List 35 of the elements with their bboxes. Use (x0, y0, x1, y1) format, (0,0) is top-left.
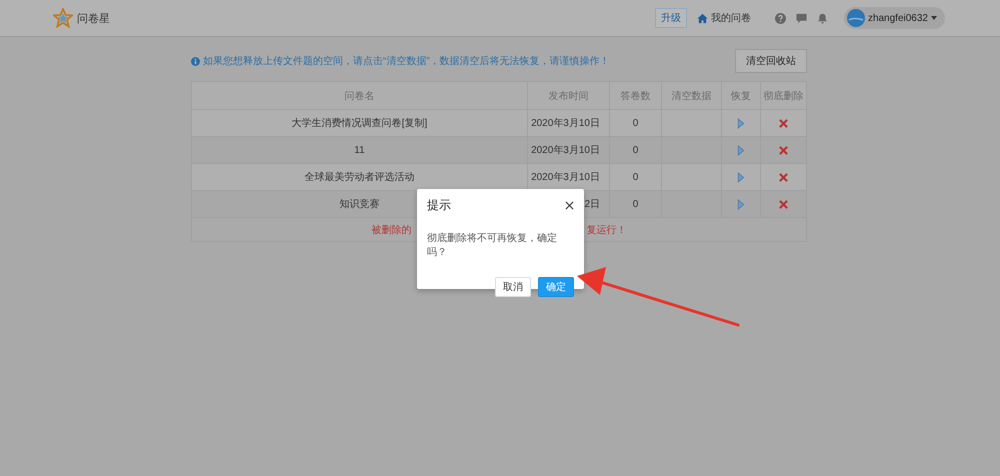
delete-icon[interactable] (779, 172, 788, 182)
column-header: 恢复 (722, 82, 760, 110)
caret-icon (931, 16, 937, 20)
logo-text: 问卷星 (77, 12, 110, 26)
chat-icon[interactable] (796, 12, 807, 24)
user-menu[interactable]: zhangfei0632 (844, 7, 945, 29)
dialog-title: 提示 (427, 197, 451, 214)
info-icon (191, 56, 200, 66)
delete-icon[interactable] (779, 146, 788, 154)
empty-recycle-bin-button[interactable]: 清空回收站 (735, 49, 807, 73)
warning-text: 被删除的 (372, 224, 412, 236)
delete-icon[interactable] (779, 118, 788, 128)
help-icon[interactable] (774, 12, 786, 24)
cancel-button[interactable]: 取消 (495, 277, 531, 297)
column-header: 发布时间 (528, 82, 610, 110)
my-surveys-link[interactable]: 我的问卷 (696, 11, 751, 25)
close-icon[interactable] (565, 201, 574, 210)
star-logo-icon (53, 8, 73, 28)
notice-text: 如果您想释放上传文件题的空间，请点击“清空数据”，数据清空后将无法恢复，请谨慎操作！ (203, 54, 610, 68)
dialog-message: 彻底删除将不可再恢复，确定吗？ (427, 232, 558, 259)
column-header: 答卷数 (610, 82, 662, 110)
column-header: 问卷名 (192, 82, 528, 110)
restore-icon[interactable] (737, 118, 745, 128)
column-header: 清空数据 (662, 82, 722, 110)
restore-icon[interactable] (737, 172, 745, 182)
delete-icon[interactable] (779, 200, 788, 208)
restore-icon[interactable] (737, 144, 745, 156)
restore-icon[interactable] (737, 198, 745, 210)
column-header: 彻底删除 (760, 82, 806, 110)
home-icon (696, 12, 708, 24)
upgrade-button[interactable]: 升级 (654, 8, 687, 28)
username: zhangfei0632 (868, 12, 928, 24)
avatar-icon (846, 9, 865, 27)
warning-text: 复运行！ (586, 224, 626, 236)
bell-icon[interactable] (816, 12, 828, 24)
